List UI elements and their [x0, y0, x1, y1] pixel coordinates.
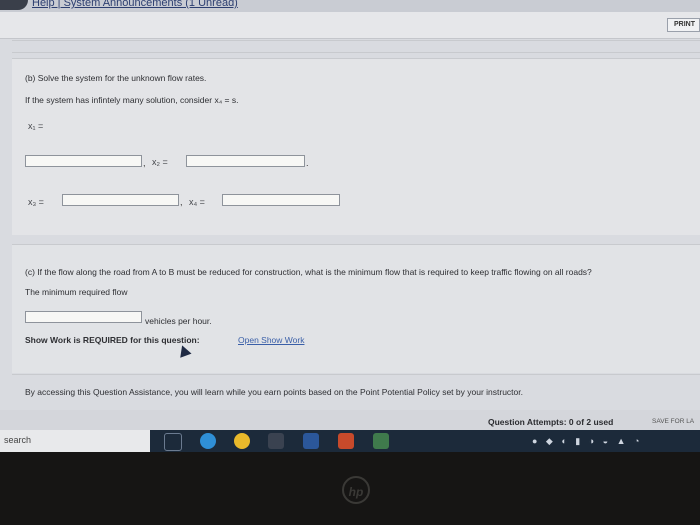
photos-icon[interactable] [373, 433, 389, 449]
save-for-later-button[interactable]: SAVE FOR LA [652, 418, 694, 425]
minimum-flow-input[interactable] [25, 311, 142, 323]
task-view-icon[interactable] [164, 433, 182, 451]
taskbar-search[interactable]: search [0, 430, 150, 452]
x4-label: x₄ = [189, 197, 205, 207]
comma: , [180, 197, 183, 207]
assistance-note: By accessing this Question Assistance, y… [25, 387, 523, 397]
unit-label: vehicles per hour. [145, 316, 212, 326]
x2-input[interactable] [186, 155, 305, 167]
print-button[interactable]: PRINT [667, 18, 700, 32]
divider [12, 52, 700, 53]
part-b-instruction: If the system has infintely many solutio… [25, 95, 239, 105]
camera-icon[interactable] [268, 433, 284, 449]
header-band [0, 12, 700, 39]
part-b-panel [12, 58, 700, 235]
chrome-icon[interactable] [234, 433, 250, 449]
question-attempts: Question Attempts: 0 of 2 used [488, 417, 614, 427]
edge-icon[interactable] [200, 433, 216, 449]
x1-input[interactable] [25, 155, 142, 167]
divider [12, 374, 700, 375]
divider [12, 40, 700, 41]
x3-label: x₃ = [28, 197, 44, 207]
top-bar: Help | System Announcements (1 Unread) [0, 0, 700, 12]
open-show-work-link[interactable]: Open Show Work [238, 335, 304, 345]
part-b-heading: (b) Solve the system for the unknown flo… [25, 73, 207, 83]
browser-screen: Help | System Announcements (1 Unread) P… [0, 0, 700, 430]
help-announcements-links[interactable]: Help | System Announcements (1 Unread) [32, 0, 238, 9]
hp-logo-icon: hp [342, 476, 370, 504]
part-c-prompt: The minimum required flow [25, 287, 128, 297]
x1-label: x₁ = [28, 121, 44, 131]
part-c-question: (c) If the flow along the road from A to… [25, 267, 592, 277]
x3-input[interactable] [62, 194, 179, 206]
system-tray[interactable]: ● ◆ ◐ ▮ ◑ ◒ ▲ ◔ [532, 436, 642, 447]
x2-label: x₂ = [152, 157, 168, 167]
comma: , [143, 158, 146, 168]
part-c-panel [12, 244, 700, 373]
powerpoint-icon[interactable] [338, 433, 354, 449]
word-icon[interactable] [303, 433, 319, 449]
show-work-label: Show Work is REQUIRED for this question: [25, 335, 200, 345]
search-label: search [4, 435, 32, 445]
x4-input[interactable] [222, 194, 340, 206]
comma: . [306, 158, 309, 168]
window-corner [0, 0, 28, 10]
